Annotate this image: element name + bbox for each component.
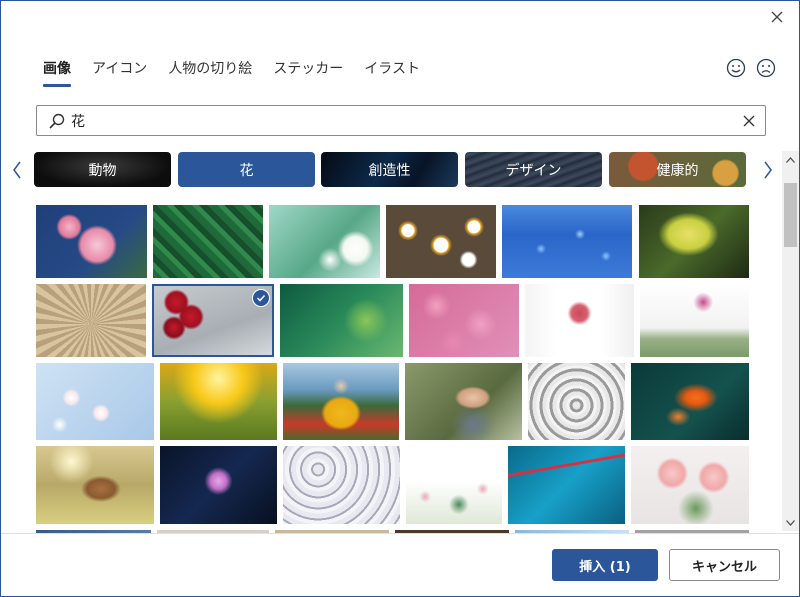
category-carousel: 動物 花 創造性 デザイン 健康的 <box>34 152 749 188</box>
image-thumbnail[interactable] <box>36 205 147 278</box>
category-chip-healthy[interactable]: 健康的 <box>609 152 746 187</box>
image-thumbnail[interactable] <box>283 363 399 440</box>
tab-bar: 画像 アイコン 人物の切り絵 ステッカー イラスト <box>43 56 441 90</box>
footer-divider <box>1 533 799 534</box>
category-chip-flowers[interactable]: 花 <box>178 152 315 187</box>
image-thumbnail[interactable] <box>36 446 154 524</box>
tab-illustrations[interactable]: イラスト <box>364 56 420 90</box>
search-box <box>36 105 766 136</box>
results-scrollbar[interactable] <box>782 151 799 531</box>
image-thumbnail[interactable] <box>631 446 749 524</box>
chevron-down-icon <box>786 519 795 526</box>
image-thumbnail[interactable] <box>639 205 749 278</box>
category-chip-creativity[interactable]: 創造性 <box>321 152 458 187</box>
image-thumbnail[interactable] <box>280 284 403 357</box>
image-thumbnail[interactable] <box>269 205 380 278</box>
category-chip-label: 花 <box>239 162 254 179</box>
image-thumbnail[interactable] <box>508 446 625 524</box>
chevron-left-icon[interactable] <box>9 155 25 185</box>
image-thumbnail[interactable] <box>631 363 749 440</box>
category-chip-label: 動物 <box>88 162 117 179</box>
image-thumbnail-selected[interactable] <box>152 284 274 357</box>
insert-image-dialog: 画像 アイコン 人物の切り絵 ステッカー イラスト 動物 花 創造性 デザイン … <box>0 0 800 597</box>
image-thumbnail[interactable] <box>409 284 519 357</box>
image-thumbnail[interactable] <box>160 446 277 524</box>
smiley-feedback-button[interactable] <box>726 58 746 78</box>
image-thumbnail[interactable] <box>406 446 502 524</box>
tab-images[interactable]: 画像 <box>43 56 71 90</box>
category-chip-label: 創造性 <box>368 162 411 179</box>
image-results-grid <box>1 197 781 533</box>
search-input[interactable] <box>71 110 721 132</box>
image-thumbnail[interactable] <box>153 205 263 278</box>
search-icon <box>49 113 65 129</box>
image-thumbnail[interactable] <box>528 363 625 440</box>
image-thumbnail[interactable] <box>386 205 496 278</box>
scroll-down-button[interactable] <box>782 514 799 531</box>
frown-feedback-button[interactable] <box>756 58 776 78</box>
category-chip-design[interactable]: デザイン <box>465 152 602 187</box>
image-thumbnail[interactable] <box>36 284 146 357</box>
category-chip-label: デザイン <box>505 162 562 179</box>
scrollbar-thumb[interactable] <box>784 183 797 247</box>
frowning-face-icon <box>756 58 776 78</box>
tab-cutout-people[interactable]: 人物の切り絵 <box>168 56 252 90</box>
image-thumbnail[interactable] <box>405 363 522 440</box>
clear-search-icon[interactable] <box>741 113 757 129</box>
tab-icons[interactable]: アイコン <box>92 56 147 90</box>
chevron-up-icon <box>786 156 795 163</box>
image-thumbnail[interactable] <box>283 446 400 524</box>
image-thumbnail[interactable] <box>36 363 154 440</box>
selected-check-icon <box>252 289 270 307</box>
cancel-button[interactable]: キャンセル <box>669 549 780 581</box>
close-icon <box>771 11 783 23</box>
chevron-right-icon[interactable] <box>760 155 776 185</box>
insert-button[interactable]: 挿入 (1) <box>552 549 658 581</box>
tab-stickers[interactable]: ステッカー <box>273 56 343 90</box>
category-chip-label: 健康的 <box>656 162 699 179</box>
smiley-face-icon <box>726 58 746 78</box>
image-thumbnail[interactable] <box>640 284 749 357</box>
image-thumbnail[interactable] <box>502 205 632 278</box>
scroll-up-button[interactable] <box>782 151 799 168</box>
close-button[interactable] <box>764 5 790 29</box>
image-thumbnail[interactable] <box>160 363 277 440</box>
image-thumbnail[interactable] <box>525 284 634 357</box>
category-chip-animals[interactable]: 動物 <box>34 152 171 187</box>
